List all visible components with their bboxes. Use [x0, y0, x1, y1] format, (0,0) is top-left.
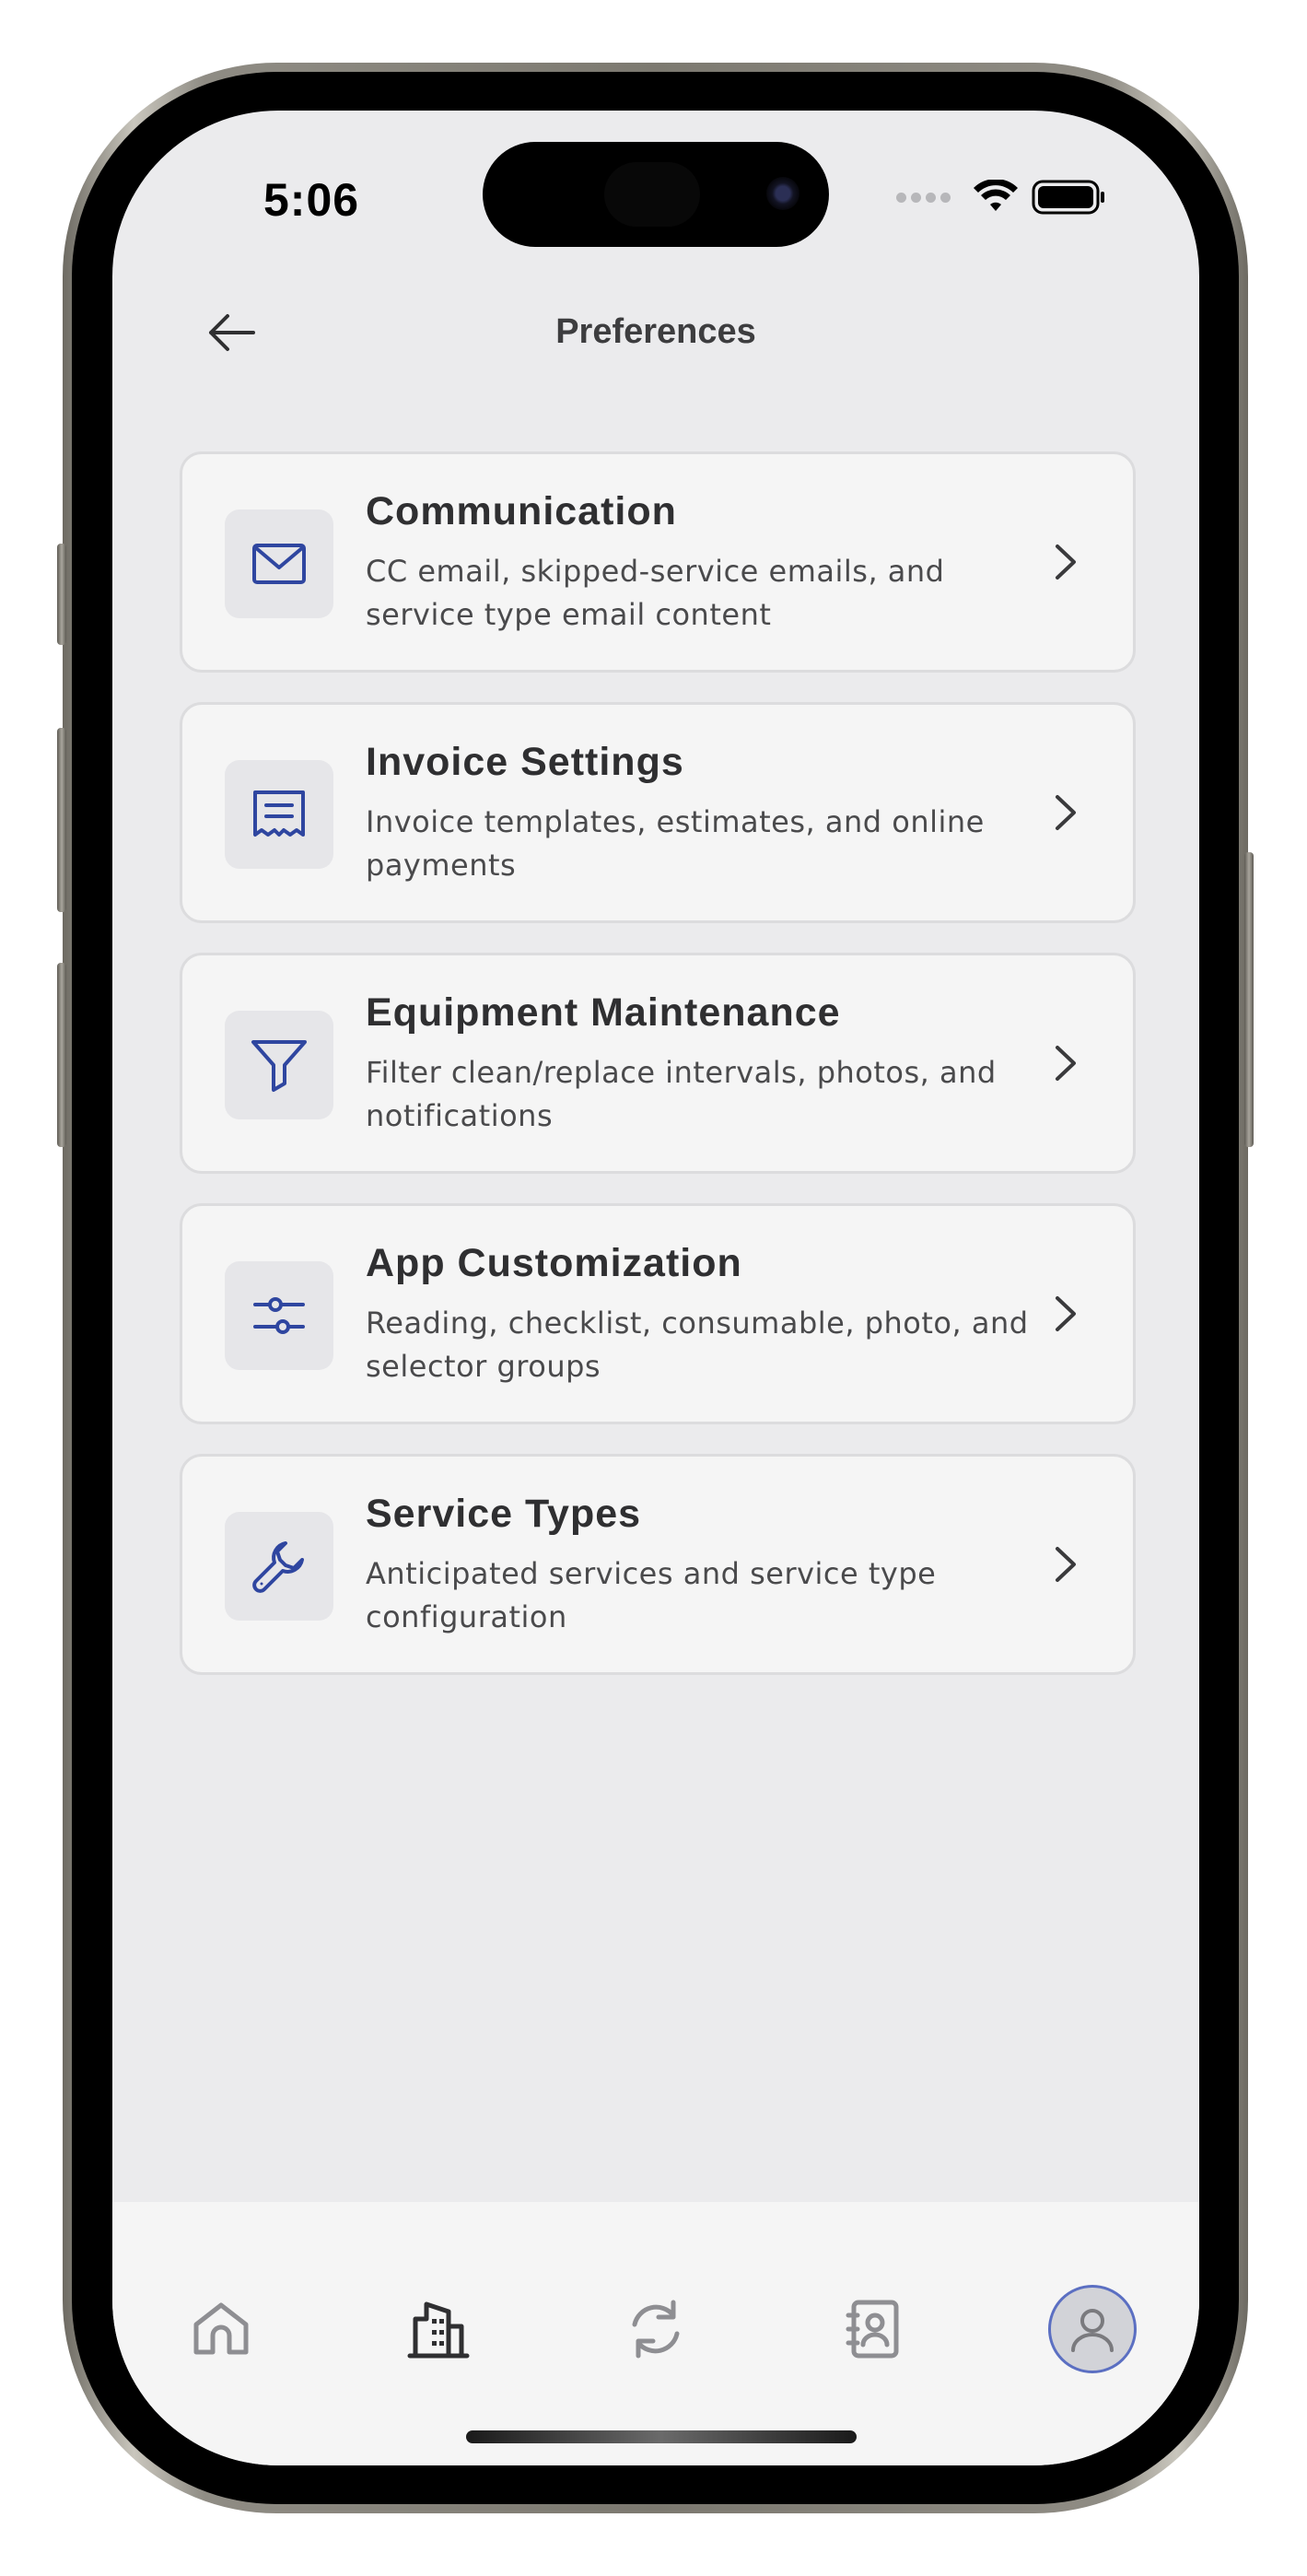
- home-indicator[interactable]: [466, 2430, 857, 2443]
- chevron-right-icon: [1056, 1296, 1076, 1331]
- card-title: Communication: [366, 489, 677, 533]
- tab-buildings[interactable]: [394, 2285, 483, 2373]
- card-title: App Customization: [366, 1241, 742, 1285]
- receipt-icon: [253, 790, 305, 837]
- card-description: Invoice templates, estimates, and online…: [366, 804, 985, 883]
- front-camera: [766, 177, 799, 210]
- chevron-right-icon: [1056, 1046, 1076, 1081]
- preferences-list: Communication CC email, skipped-service …: [180, 451, 1136, 1704]
- preference-card-service-types[interactable]: Service Types Anticipated services and s…: [180, 1454, 1136, 1675]
- card-description: Anticipated services and service type co…: [366, 1556, 937, 1634]
- card-title: Invoice Settings: [366, 740, 684, 784]
- tab-bar: [112, 2202, 1199, 2465]
- battery-icon: [1032, 180, 1104, 215]
- wifi-icon: [974, 180, 1018, 211]
- icon-box: [225, 1261, 333, 1370]
- tab-profile[interactable]: [1048, 2285, 1137, 2373]
- icon-box: [225, 1011, 333, 1119]
- tab-home[interactable]: [177, 2285, 265, 2373]
- avatar: [1048, 2285, 1137, 2373]
- sliders-icon: [253, 1297, 305, 1334]
- card-title: Equipment Maintenance: [366, 990, 841, 1035]
- preference-card-invoice-settings[interactable]: Invoice Settings Invoice templates, esti…: [180, 702, 1136, 923]
- contacts-icon: [846, 2300, 899, 2359]
- preference-card-equipment-maintenance[interactable]: Equipment Maintenance Filter clean/repla…: [180, 953, 1136, 1174]
- status-time: 5:06: [263, 174, 360, 226]
- card-title: Service Types: [366, 1492, 642, 1536]
- building-icon: [407, 2301, 470, 2359]
- icon-box: [225, 509, 333, 618]
- status-icons: [896, 179, 1107, 216]
- user-avatar-icon: [1071, 2309, 1114, 2352]
- cellular-signal-icon: [896, 192, 951, 203]
- chevron-right-icon: [1056, 1547, 1076, 1582]
- volume-up-button: [57, 728, 66, 912]
- chevron-right-icon: [1056, 544, 1076, 580]
- chevron-right-icon: [1056, 795, 1076, 830]
- preference-card-app-customization[interactable]: App Customization Reading, checklist, co…: [180, 1203, 1136, 1424]
- envelope-icon: [252, 544, 306, 584]
- card-description: Filter clean/replace intervals, photos, …: [366, 1055, 997, 1133]
- filter-icon: [251, 1040, 307, 1092]
- dynamic-island: [483, 142, 829, 247]
- page-title: Preferences: [555, 312, 756, 351]
- face-id-sensor: [604, 162, 700, 227]
- preference-card-communication[interactable]: Communication CC email, skipped-service …: [180, 451, 1136, 673]
- card-description: Reading, checklist, consumable, photo, a…: [366, 1306, 1029, 1384]
- icon-box: [225, 760, 333, 869]
- action-button: [57, 544, 66, 645]
- power-button: [1244, 852, 1254, 1147]
- tab-contacts[interactable]: [829, 2285, 917, 2373]
- wrench-icon: [252, 1541, 304, 1593]
- home-icon: [193, 2302, 249, 2355]
- volume-down-button: [57, 963, 66, 1147]
- sync-icon: [632, 2300, 680, 2359]
- icon-box: [225, 1512, 333, 1621]
- tab-sync[interactable]: [612, 2285, 700, 2373]
- card-description: CC email, skipped-service emails, and se…: [366, 554, 945, 632]
- screen: 5:06 Preferences Communication CC email,…: [112, 111, 1199, 2465]
